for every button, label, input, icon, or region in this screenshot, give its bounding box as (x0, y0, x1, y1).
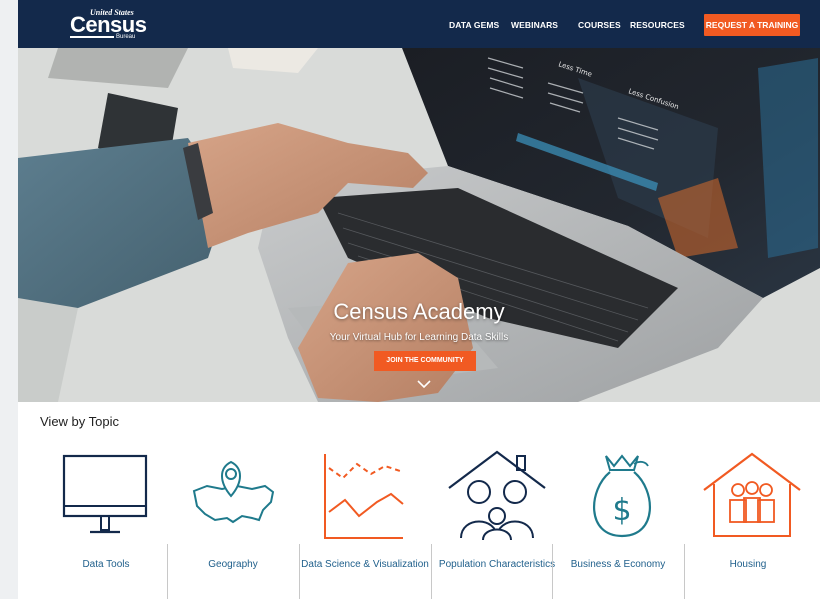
topic-label-population: Population Characteristics (438, 559, 556, 570)
topic-geography[interactable]: Geography (167, 446, 299, 596)
census-logo[interactable]: United States Census Bureau (70, 8, 148, 42)
family-house-icon (448, 450, 546, 541)
hero-photo-laptop: Less Time Less Confusion (18, 48, 820, 402)
topic-label-data-science: Data Science & Visualization (301, 559, 429, 570)
topic-label-housing: Housing (729, 559, 767, 570)
nav-courses[interactable]: COURSES (578, 20, 621, 30)
topics-heading: View by Topic (40, 414, 120, 429)
topic-label-business: Business & Economy (570, 559, 666, 570)
logo-underline (70, 36, 114, 38)
topic-business-economy[interactable]: $ Business & Economy (552, 446, 684, 596)
chevron-down-icon[interactable] (416, 378, 432, 390)
hero-banner: Less Time Less Confusion Census Academy … (18, 48, 820, 402)
monitor-icon (62, 454, 148, 534)
page: United States Census Bureau DATA GEMS WE… (18, 0, 820, 599)
us-map-pin-icon (192, 460, 275, 524)
topic-data-science-visualization[interactable]: Data Science & Visualization (299, 446, 431, 596)
topic-label-data-tools: Data Tools (82, 559, 130, 570)
nav-data-gems[interactable]: DATA GEMS (449, 20, 499, 30)
hero-title: Census Academy (333, 299, 505, 324)
logo-line-bureau: Bureau (116, 34, 136, 40)
request-training-button[interactable]: REQUEST A TRAINING (704, 14, 800, 36)
home-family-icon (703, 452, 801, 537)
hero-subtitle: Your Virtual Hub for Learning Data Skill… (329, 332, 509, 343)
line-chart-icon (324, 454, 404, 539)
top-navigation-bar: United States Census Bureau DATA GEMS WE… (18, 0, 820, 48)
money-bag-icon: $ (592, 454, 652, 538)
join-community-button[interactable]: JOIN THE COMMUNITY (374, 351, 476, 371)
logo-line-census: Census (70, 12, 147, 37)
svg-text:$: $ (612, 493, 631, 528)
topic-label-geography: Geography (208, 559, 258, 570)
topic-population-characteristics[interactable]: Population Characteristics (431, 446, 563, 596)
topic-housing[interactable]: Housing (682, 446, 814, 596)
nav-resources[interactable]: RESOURCES (630, 20, 685, 30)
nav-webinars[interactable]: WEBINARS (511, 20, 558, 30)
topic-data-tools[interactable]: Data Tools (40, 446, 172, 596)
